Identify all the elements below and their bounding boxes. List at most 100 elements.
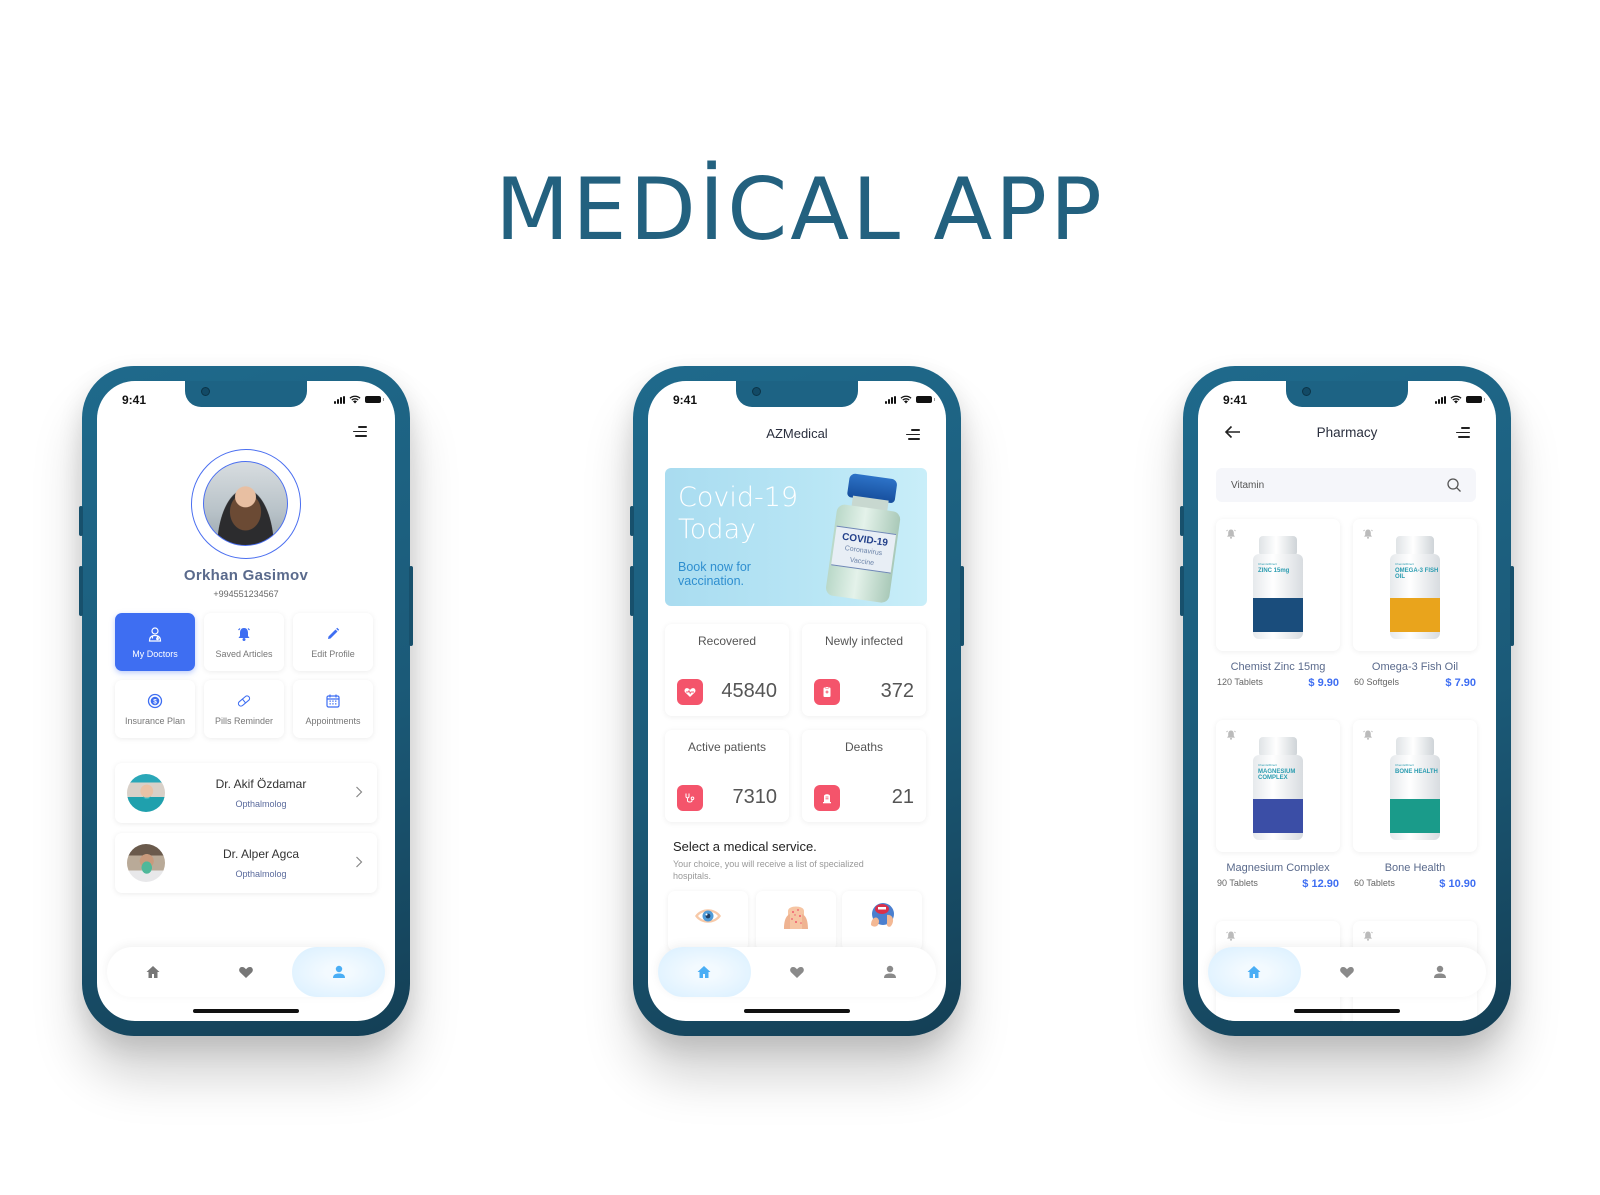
product-name: Magnesium Complex (1226, 862, 1330, 874)
my-doctors-label: My Doctors (132, 648, 178, 659)
service-ent[interactable] (842, 891, 922, 951)
product-price: $ 12.90 (1302, 878, 1339, 890)
menu-icon[interactable] (1456, 427, 1470, 438)
menu-icon[interactable] (353, 426, 367, 437)
product-price: $ 7.90 (1445, 677, 1476, 689)
bell-icon[interactable] (1225, 929, 1237, 941)
menu-icon[interactable] (906, 429, 920, 440)
product-card[interactable]: ChemistDirect OMEGA-3 FISH OIL (1353, 519, 1477, 651)
signal-icon (334, 395, 345, 404)
bottle-label: MAGNESIUM COMPLEX (1258, 769, 1296, 781)
nav-profile[interactable] (292, 947, 386, 997)
service-eye[interactable] (668, 891, 748, 951)
pencil-icon (328, 627, 340, 639)
search-icon[interactable] (1446, 477, 1462, 493)
bell-icon[interactable] (1362, 527, 1374, 539)
nav-profile[interactable] (843, 947, 936, 997)
nav-home[interactable] (107, 947, 200, 997)
doctor-name: Dr. Alper Agca (222, 847, 300, 861)
bell-icon[interactable] (1225, 728, 1237, 740)
battery-icon (1466, 396, 1485, 403)
product-card[interactable]: ChemistDirect ZINC 15mg (1216, 519, 1340, 651)
search-bar (1216, 468, 1476, 502)
my-doctors-button[interactable]: My Doctors (115, 613, 195, 671)
banner-title: Covid-19 Today (678, 482, 799, 545)
product-image: ChemistDirect ZINC 15mg (1253, 536, 1303, 641)
doctor-card[interactable]: Dr. Akif Özdamar Opthalmolog (115, 763, 377, 823)
heart-icon (790, 966, 804, 978)
product-card[interactable]: ChemistDirect MAGNESIUM COMPLEX (1216, 720, 1340, 852)
nav-favorites[interactable] (751, 947, 844, 997)
avatar[interactable] (203, 461, 288, 546)
stat-value: 7310 (732, 786, 778, 808)
status-icons (1435, 395, 1485, 404)
product-quantity: 60 Softgels (1354, 677, 1400, 687)
nav-favorites[interactable] (200, 947, 293, 997)
product-item[interactable]: ChemistDirect BONE HEALTH Bone Health 60 Ta… (1353, 720, 1477, 890)
home-icon (146, 966, 160, 978)
stat-card-newly-infected: Newly infected 372 (802, 624, 926, 716)
dollar-icon: $ (147, 693, 163, 708)
doctor-card[interactable]: Dr. Alper Agca Opthalmolog (115, 833, 377, 893)
home-indicator (1294, 1009, 1400, 1013)
pills-reminder-button[interactable]: Pills Reminder (204, 680, 284, 738)
bell-icon[interactable] (1225, 527, 1237, 539)
product-quantity: 120 Tablets (1217, 677, 1263, 687)
bottom-nav (107, 947, 386, 997)
doctor-icon (148, 626, 162, 642)
nav-home[interactable] (658, 947, 751, 997)
edit-profile-button[interactable]: Edit Profile (293, 613, 373, 671)
saved-articles-button[interactable]: Saved Articles (204, 613, 284, 671)
wifi-icon (900, 395, 912, 404)
home-screen: 9:41 AZMedical Covid-19 Today Book now f… (648, 381, 946, 1021)
pill-icon (237, 694, 251, 707)
profile-screen: 9:41 Orkhan Gasimov +994551234567 My Doc… (97, 381, 395, 1021)
stethoscope-icon (685, 793, 695, 803)
status-time: 9:41 (1223, 393, 1248, 407)
avatar-ring (191, 449, 301, 559)
product-name: Chemist Zinc 15mg (1230, 661, 1326, 673)
banner-subtitle[interactable]: Book now for vaccination. (678, 560, 751, 588)
user-icon (883, 965, 896, 978)
stat-card-deaths: Deaths 21 (802, 730, 926, 822)
page-title: MEDİCAL APP (495, 160, 1105, 260)
stat-icon-box (814, 679, 840, 705)
heart-pulse-icon (684, 688, 696, 697)
bell-icon[interactable] (1362, 728, 1374, 740)
stat-icon-box (677, 679, 703, 705)
clipboard-icon (823, 686, 831, 697)
appointments-button[interactable]: Appointments (293, 680, 373, 738)
nav-favorites[interactable] (1301, 947, 1394, 997)
bell-icon (238, 627, 250, 641)
notch (185, 381, 307, 407)
bottle-band (1253, 799, 1303, 833)
product-item[interactable]: ChemistDirect MAGNESIUM COMPLEX Magnesium … (1216, 720, 1340, 890)
signal-icon (1435, 395, 1446, 404)
product-price: $ 9.90 (1308, 677, 1339, 689)
covid-banner[interactable]: Covid-19 Today Book now for vaccination.… (665, 468, 927, 606)
product-image: ChemistDirect BONE HEALTH (1390, 737, 1440, 842)
stat-icon-box (677, 785, 703, 811)
pills-reminder-label: Pills Reminder (214, 715, 274, 726)
insurance-plan-button[interactable]: $ Insurance Plan (115, 680, 195, 738)
doctor-name: Dr. Akif Özdamar (215, 777, 307, 791)
status-icons (885, 395, 935, 404)
nav-profile[interactable] (1393, 947, 1486, 997)
product-item[interactable]: ChemistDirect ZINC 15mg Chemist Zinc 15mg 1… (1216, 519, 1340, 689)
chevron-right-icon[interactable] (355, 855, 363, 869)
stat-card-recovered: Recovered 45840 (665, 624, 789, 716)
notch (736, 381, 858, 407)
chevron-right-icon[interactable] (355, 785, 363, 799)
service-dermatology[interactable] (756, 891, 836, 951)
search-input[interactable] (1231, 468, 1431, 502)
product-card[interactable]: ChemistDirect BONE HEALTH (1353, 720, 1477, 852)
product-name: Omega-3 Fish Oil (1371, 661, 1459, 673)
stat-label: Active patients (687, 740, 767, 754)
bottom-nav (658, 947, 936, 997)
bell-icon[interactable] (1362, 929, 1374, 941)
product-item[interactable]: ChemistDirect OMEGA-3 FISH OIL Omega-3 Fis… (1353, 519, 1477, 689)
stat-value: 21 (891, 786, 914, 808)
profile-name: Orkhan Gasimov (183, 567, 309, 584)
nav-home[interactable] (1208, 947, 1301, 997)
skin-icon (784, 906, 808, 929)
